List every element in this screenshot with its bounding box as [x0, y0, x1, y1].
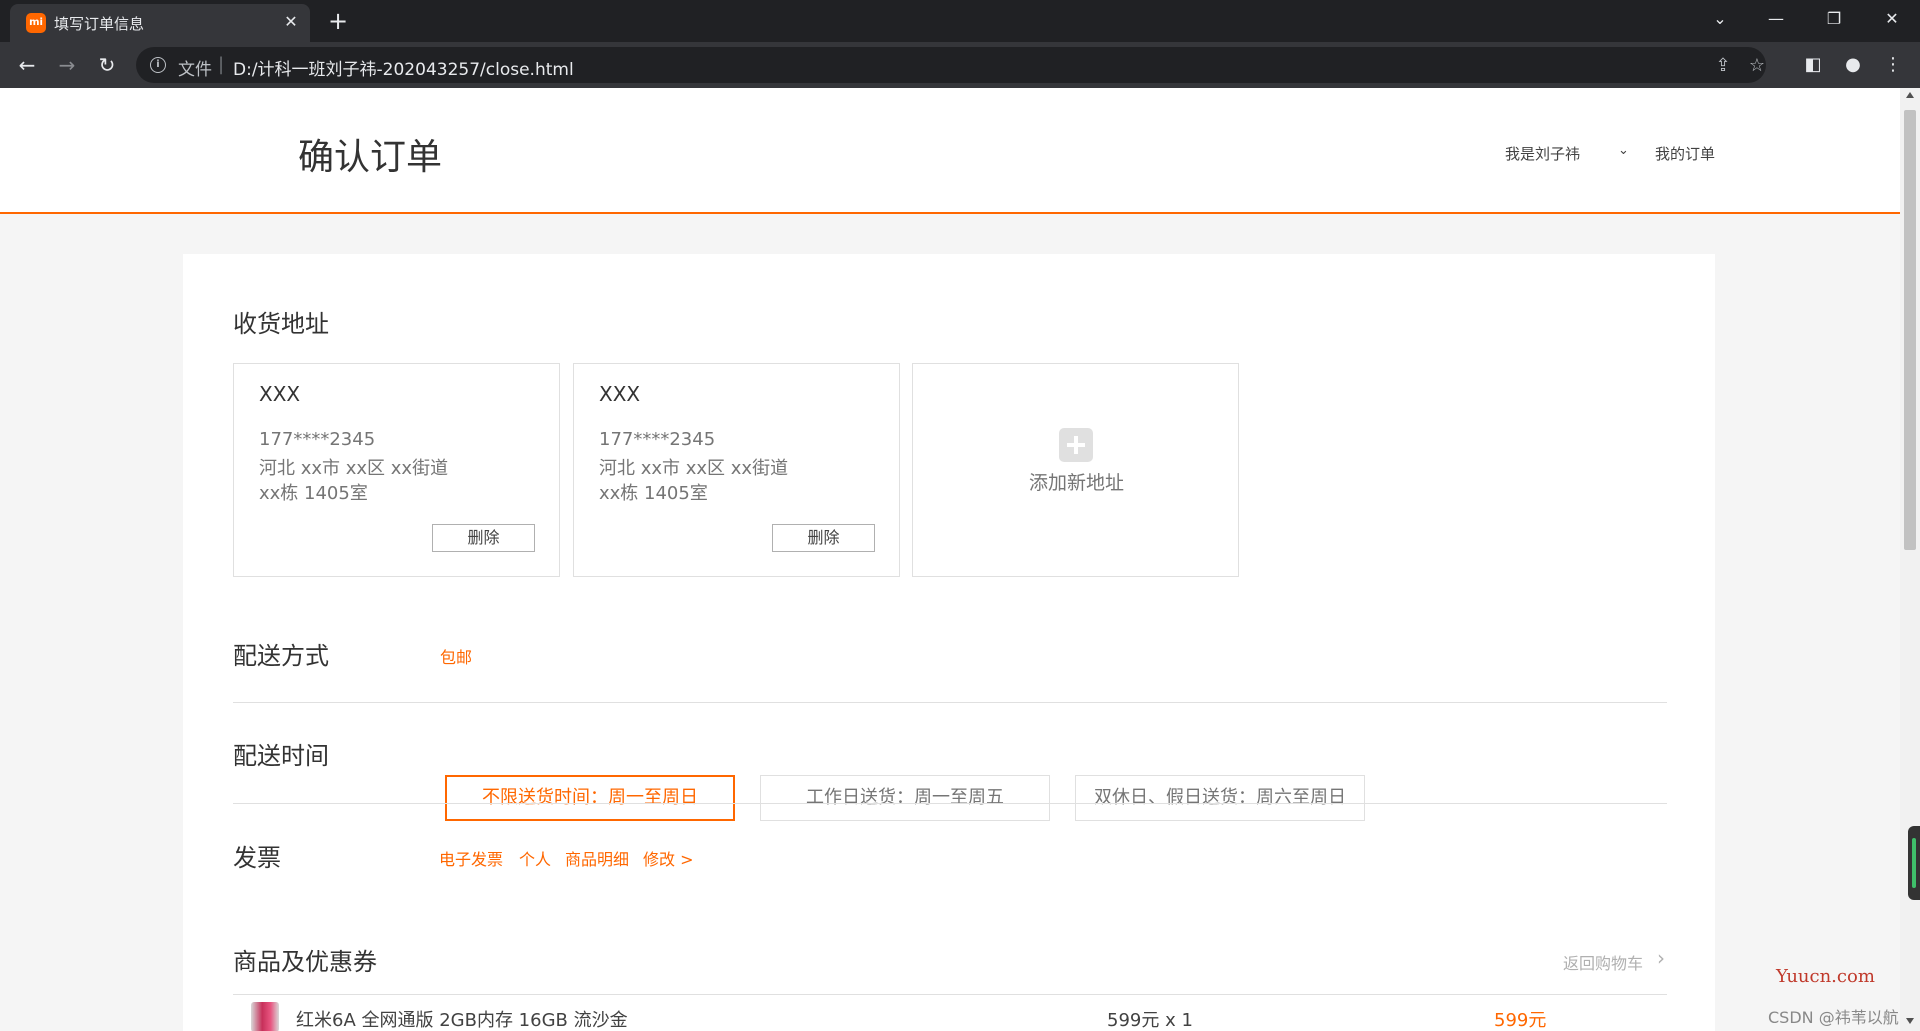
back-to-cart-link[interactable]: 返回购物车 — [1563, 950, 1643, 974]
user-menu[interactable]: 我是刘子祎 — [1505, 143, 1580, 164]
invoice-title: 发票 — [233, 844, 281, 872]
page-viewport: 确认订单 我是刘子祎 ⌄ 我的订单 收货地址 XXX 177****2345 河… — [0, 88, 1900, 1031]
delivery-option-weekend[interactable]: 双休日、假日送货：周六至周日 — [1075, 775, 1365, 821]
address-line: 河北 xx市 xx区 xx街道 — [259, 458, 449, 479]
forward-icon[interactable]: → — [52, 50, 82, 80]
invoice-holder: 个人 — [519, 850, 552, 869]
bookmark-star-icon[interactable]: ☆ — [1746, 55, 1768, 77]
address-bar[interactable]: i 文件 | D:/计科一班刘子祎-202043257/close.html ⇪… — [136, 47, 1766, 83]
window-close-icon[interactable]: ✕ — [1872, 4, 1912, 34]
chevron-down-icon[interactable]: ⌄ — [1618, 143, 1629, 158]
address-phone: 177****2345 — [259, 429, 376, 450]
invoice-type: 电子发票 — [439, 850, 504, 869]
chevron-right-icon[interactable]: › — [1657, 946, 1665, 970]
products-title: 商品及优惠券 — [233, 948, 377, 976]
page-title: 确认订单 — [298, 137, 443, 178]
mi-favicon-icon: mi — [26, 13, 46, 33]
site-header: 确认订单 我是刘子祎 ⌄ 我的订单 — [0, 88, 1900, 214]
tab-title: 填写订单信息 — [54, 15, 145, 33]
address-phone: 177****2345 — [599, 429, 716, 450]
scroll-thumb[interactable] — [1904, 110, 1916, 550]
side-panel-icon[interactable]: ◧ — [1800, 52, 1826, 78]
add-address-label: 添加新地址 — [1028, 472, 1124, 494]
browser-toolbar: ← → ↻ i 文件 | D:/计科一班刘子祎-202043257/close.… — [0, 42, 1920, 88]
browser-tab[interactable]: mi 填写订单信息 ✕ — [10, 4, 310, 42]
reload-icon[interactable]: ↻ — [92, 50, 122, 80]
address-card[interactable]: XXX 177****2345 河北 xx市 xx区 xx街道 xx栋 1405… — [573, 363, 900, 577]
product-total: 599元 — [1494, 1010, 1547, 1031]
product-thumbnail — [251, 1002, 279, 1031]
divider — [233, 994, 1667, 995]
shipping-title: 配送方式 — [233, 642, 329, 670]
address-section-title: 收货地址 — [233, 310, 329, 338]
watermark-yuucn: Yuucn.com — [1776, 966, 1875, 987]
url-separator: | — [218, 54, 225, 75]
floating-widget-icon[interactable] — [1908, 826, 1920, 900]
tab-search-icon[interactable]: ⌄ — [1700, 4, 1740, 34]
address-card[interactable]: XXX 177****2345 河北 xx市 xx区 xx街道 xx栋 1405… — [233, 363, 560, 577]
minimize-icon[interactable]: — — [1756, 4, 1796, 34]
delivery-time-title: 配送时间 — [233, 742, 329, 770]
product-unit-price: 599元 x 1 — [1107, 1010, 1193, 1031]
restore-icon[interactable]: ❐ — [1814, 4, 1854, 34]
address-name: XXX — [599, 382, 641, 406]
watermark-csdn: CSDN @祎苇以航 — [1768, 1008, 1899, 1027]
order-panel: 收货地址 XXX 177****2345 河北 xx市 xx区 xx街道 xx栋… — [183, 254, 1715, 1031]
address-name: XXX — [259, 382, 301, 406]
address-line: xx栋 1405室 — [599, 483, 708, 504]
delete-address-button[interactable]: 删除 — [772, 524, 875, 552]
url-scheme: 文件 — [178, 60, 212, 80]
new-tab-button[interactable]: + — [324, 8, 352, 36]
delete-address-button[interactable]: 删除 — [432, 524, 535, 552]
product-name[interactable]: 红米6A 全网通版 2GB内存 16GB 流沙金 — [296, 1006, 628, 1031]
address-line: xx栋 1405室 — [259, 483, 368, 504]
back-icon[interactable]: ← — [12, 50, 42, 80]
my-orders-link[interactable]: 我的订单 — [1655, 143, 1715, 164]
plus-icon — [1059, 428, 1093, 462]
invoice-content: 商品明细 — [565, 850, 630, 869]
divider — [233, 702, 1667, 703]
address-line: 河北 xx市 xx区 xx街道 — [599, 458, 789, 479]
browser-tab-bar: mi 填写订单信息 ✕ + ⌄ — ❐ ✕ — [0, 0, 1920, 42]
menu-icon[interactable]: ⋮ — [1880, 52, 1906, 78]
scroll-down-icon[interactable] — [1906, 1018, 1914, 1024]
scroll-up-icon[interactable] — [1906, 92, 1914, 98]
url-text[interactable]: D:/计科一班刘子祎-202043257/close.html — [233, 55, 574, 80]
info-icon[interactable]: i — [150, 57, 166, 73]
shipping-value: 包邮 — [440, 648, 473, 667]
add-address-button[interactable]: 添加新地址 — [912, 363, 1239, 577]
tab-close-icon[interactable]: ✕ — [280, 11, 302, 33]
invoice-edit-link[interactable]: 修改 > — [643, 846, 694, 870]
delivery-option-weekday[interactable]: 工作日送货：周一至周五 — [760, 775, 1050, 821]
share-icon[interactable]: ⇪ — [1712, 55, 1734, 77]
profile-icon[interactable]: ● — [1840, 52, 1866, 78]
delivery-option-anytime[interactable]: 不限送货时间：周一至周日 — [445, 775, 735, 821]
divider — [233, 803, 1667, 804]
